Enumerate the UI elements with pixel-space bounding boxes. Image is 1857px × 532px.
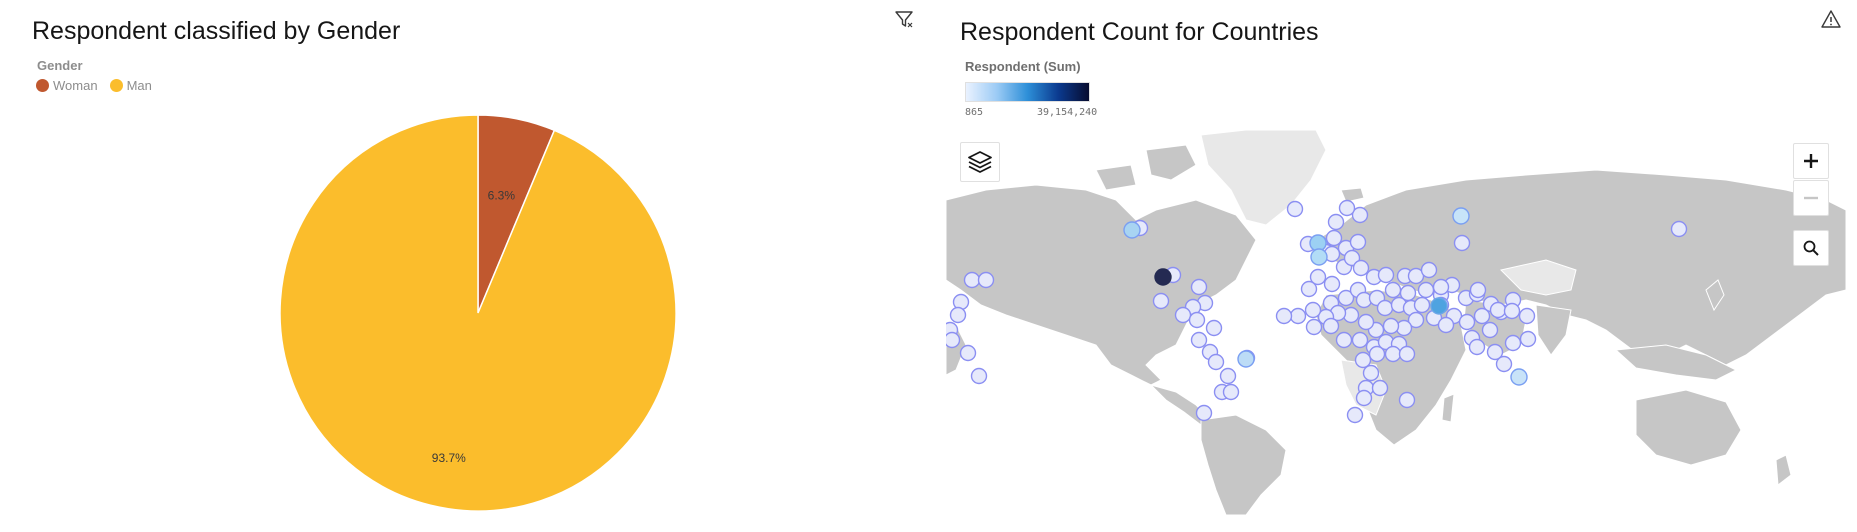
country-bubble[interactable] <box>963 271 981 289</box>
country-bubble[interactable] <box>1325 229 1343 247</box>
country-bubble[interactable] <box>1371 379 1389 397</box>
country-bubble[interactable] <box>1495 355 1513 373</box>
gender-chart-panel: Respondent classified by Gender Gender W… <box>0 0 940 532</box>
country-bubble[interactable] <box>1377 266 1395 284</box>
minus-icon <box>1804 196 1818 200</box>
color-scale-min-label: 865 <box>965 107 984 118</box>
layers-button[interactable] <box>960 142 1000 182</box>
country-bubble[interactable] <box>1420 261 1438 279</box>
country-bubble[interactable] <box>1154 268 1172 286</box>
country-bubble[interactable] <box>1190 331 1208 349</box>
country-bubble[interactable] <box>959 344 977 362</box>
country-bubble[interactable] <box>1289 307 1307 325</box>
country-bubble[interactable] <box>970 367 988 385</box>
country-bubble[interactable] <box>1398 391 1416 409</box>
country-bubble[interactable] <box>1304 301 1322 319</box>
country-bubble[interactable] <box>1205 319 1223 337</box>
zoom-in-button[interactable] <box>1793 143 1829 179</box>
country-bubble[interactable] <box>1382 317 1400 335</box>
country-bubble[interactable] <box>1510 368 1528 386</box>
country-bubble[interactable] <box>1327 213 1345 231</box>
country-bubble[interactable] <box>1338 199 1356 217</box>
country-bubble[interactable] <box>1188 311 1206 329</box>
country-bubble[interactable] <box>1355 389 1373 407</box>
color-legend-title: Respondent (Sum) <box>965 59 1081 74</box>
country-bubble[interactable] <box>1430 297 1448 315</box>
color-scale-bar <box>965 82 1090 102</box>
country-bubble[interactable] <box>1453 234 1471 252</box>
country-bubble[interactable] <box>1305 318 1323 336</box>
country-bubble[interactable] <box>1437 316 1455 334</box>
country-bubble[interactable] <box>1504 334 1522 352</box>
country-bubble[interactable] <box>1351 331 1369 349</box>
country-bubble[interactable] <box>1349 233 1367 251</box>
pie-data-label-woman: 6.3% <box>488 189 516 203</box>
country-bubble[interactable] <box>1346 406 1364 424</box>
country-bubble[interactable] <box>946 331 961 349</box>
country-bubble[interactable] <box>1518 307 1536 325</box>
country-bubble[interactable] <box>1489 301 1507 319</box>
zoom-out-button[interactable] <box>1793 180 1829 216</box>
pie-slice-man[interactable] <box>279 114 677 512</box>
country-bubble[interactable] <box>1519 330 1537 348</box>
map-title: Respondent Count for Countries <box>960 18 1319 46</box>
country-bubble[interactable] <box>1322 317 1340 335</box>
pie-chart: 6.3% 93.7% <box>279 114 677 512</box>
pie-data-label-man: 93.7% <box>432 451 466 465</box>
country-bubble[interactable] <box>1670 220 1688 238</box>
search-icon <box>1803 240 1819 256</box>
country-bubble[interactable] <box>1468 338 1486 356</box>
world-map[interactable] <box>946 130 1846 515</box>
layers-icon <box>968 151 992 173</box>
country-bubble[interactable] <box>1458 313 1476 331</box>
country-bubble[interactable] <box>1335 331 1353 349</box>
country-bubble[interactable] <box>1237 350 1255 368</box>
country-bubble[interactable] <box>1354 351 1372 369</box>
country-bubble[interactable] <box>1323 275 1341 293</box>
warning-icon[interactable] <box>1820 8 1842 30</box>
country-bubble[interactable] <box>1310 248 1328 266</box>
country-bubble[interactable] <box>1417 281 1435 299</box>
country-bubble[interactable] <box>1384 281 1402 299</box>
country-bubble[interactable] <box>1275 307 1293 325</box>
country-bubble[interactable] <box>1503 302 1521 320</box>
country-bubble[interactable] <box>1481 321 1499 339</box>
country-bubble[interactable] <box>1207 353 1225 371</box>
country-bubble[interactable] <box>1357 313 1375 331</box>
country-bubble[interactable] <box>1195 404 1213 422</box>
country-bubble[interactable] <box>1413 296 1431 314</box>
country-bubble[interactable] <box>1452 207 1470 225</box>
country-map-panel: Respondent Count for Countries Responden… <box>940 0 1857 532</box>
plus-icon <box>1804 154 1818 168</box>
country-bubble[interactable] <box>1376 299 1394 317</box>
color-scale-max-label: 39,154,240 <box>1037 107 1098 118</box>
country-bubble[interactable] <box>977 271 995 289</box>
country-bubble[interactable] <box>1222 383 1240 401</box>
country-bubble[interactable] <box>1152 292 1170 310</box>
country-bubble[interactable] <box>1362 364 1380 382</box>
country-bubble[interactable] <box>1219 367 1237 385</box>
country-bubble[interactable] <box>1300 280 1318 298</box>
country-bubble[interactable] <box>949 306 967 324</box>
country-bubble[interactable] <box>1384 345 1402 363</box>
country-bubble[interactable] <box>1469 281 1487 299</box>
country-bubble[interactable] <box>1398 345 1416 363</box>
map-search-button[interactable] <box>1793 230 1829 266</box>
country-bubble[interactable] <box>1432 278 1450 296</box>
country-bubble[interactable] <box>1123 221 1141 239</box>
country-bubble[interactable] <box>1286 200 1304 218</box>
country-bubble[interactable] <box>1352 259 1370 277</box>
country-bubble[interactable] <box>1190 278 1208 296</box>
country-bubble[interactable] <box>1368 345 1386 363</box>
country-bubble[interactable] <box>1174 306 1192 324</box>
